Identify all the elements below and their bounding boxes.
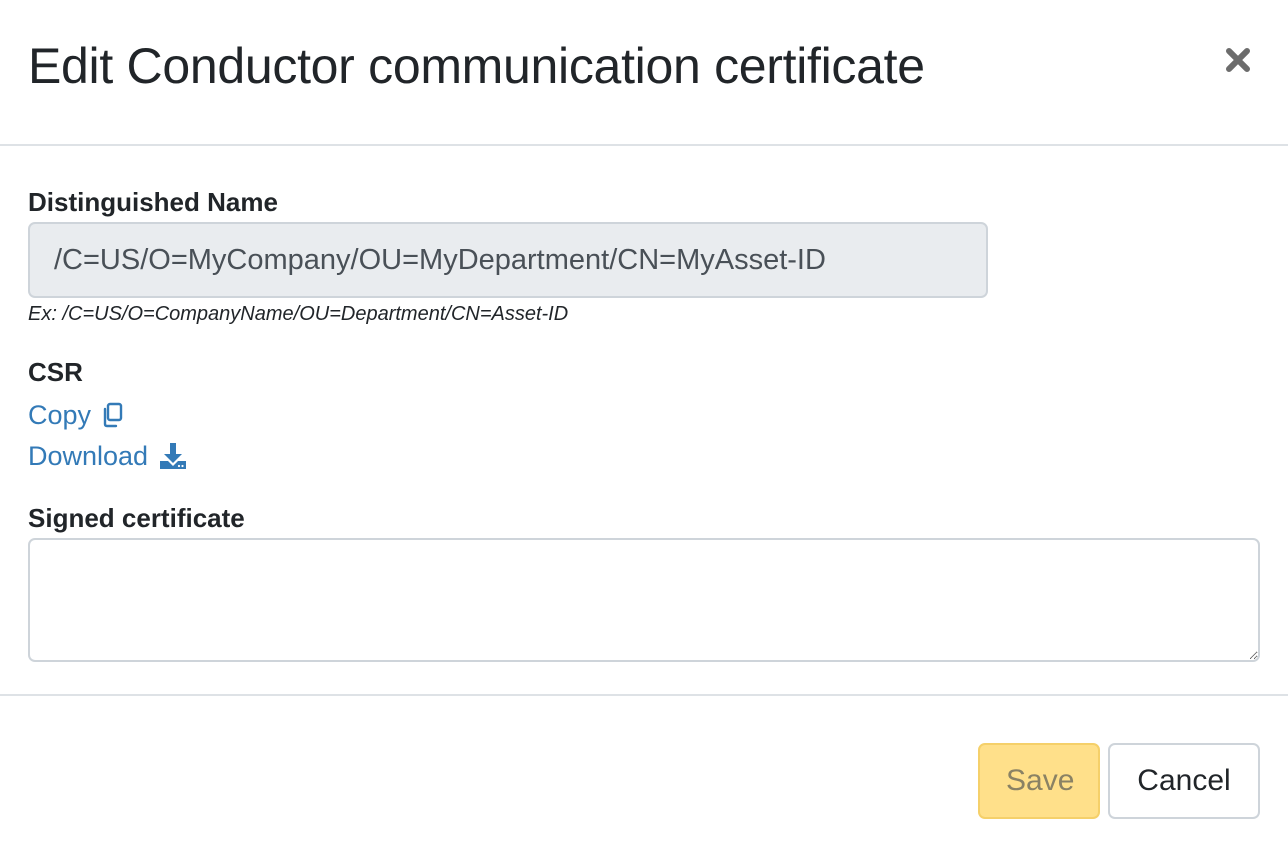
- download-icon: [158, 441, 188, 471]
- cancel-button[interactable]: Cancel: [1108, 743, 1260, 819]
- distinguished-name-help: Ex: /C=US/O=CompanyName/OU=Department/CN…: [28, 303, 569, 325]
- csr-label: CSR: [28, 357, 83, 387]
- signed-certificate-label: Signed certificate: [28, 503, 245, 533]
- signed-certificate-textarea[interactable]: [28, 538, 1260, 662]
- close-button[interactable]: [1218, 40, 1258, 80]
- distinguished-name-input[interactable]: [28, 222, 988, 298]
- distinguished-name-label: Distinguished Name: [28, 187, 278, 217]
- modal-header: Edit Conductor communication certificate: [0, 0, 1288, 146]
- csr-download-link[interactable]: Download: [28, 439, 188, 473]
- copy-icon: [101, 402, 123, 428]
- close-icon: [1226, 48, 1250, 72]
- csr-copy-link[interactable]: Copy: [28, 398, 123, 432]
- csr-copy-label: Copy: [28, 400, 92, 430]
- csr-download-label: Download: [28, 441, 149, 471]
- edit-certificate-modal: Edit Conductor communication certificate…: [0, 0, 1288, 844]
- modal-footer: Save Cancel: [0, 694, 1288, 844]
- modal-title: Edit Conductor communication certificate: [28, 38, 925, 94]
- save-button[interactable]: Save: [978, 743, 1100, 819]
